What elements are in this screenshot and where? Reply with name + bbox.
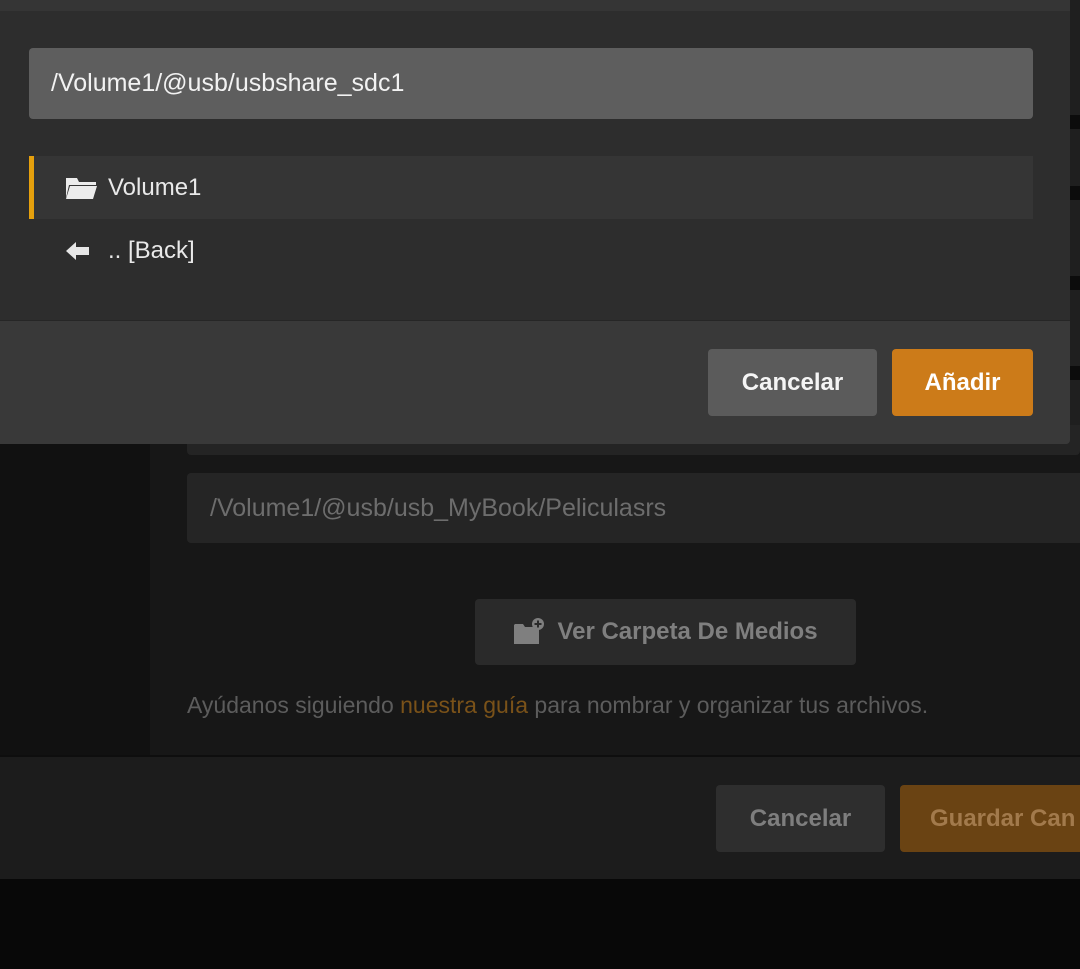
- browse-media-folder-label: Ver Carpeta De Medios: [557, 618, 818, 645]
- current-path-field[interactable]: /Volume1/@usb/usbshare_sdc1: [29, 48, 1033, 119]
- folder-list-item-label: .. [Back]: [108, 236, 195, 264]
- dialog-top-edge: [0, 0, 1070, 11]
- help-text-suffix: para nombrar y organizar tus archivos.: [528, 692, 929, 718]
- cancel-button[interactable]: Cancelar: [708, 349, 877, 416]
- screen: /Volume1/@usb/usb_MyBook/Peliculasrs Ver…: [0, 0, 1080, 969]
- folder-picker-dialog: /Volume1/@usb/usbshare_sdc1 Volume1 .. […: [0, 0, 1070, 444]
- guide-link[interactable]: nuestra guía: [400, 692, 528, 718]
- folder-list-item-volume1[interactable]: Volume1: [29, 156, 1033, 219]
- arrow-left-icon: [65, 235, 105, 267]
- help-text-prefix: Ayúdanos siguiendo: [187, 692, 401, 718]
- help-text: Ayúdanos siguiendo nuestra guía para nom…: [187, 692, 928, 719]
- folder-add-icon: [513, 618, 545, 646]
- save-changes-button[interactable]: Guardar Can: [900, 785, 1080, 852]
- folder-open-icon: [65, 172, 105, 204]
- add-button[interactable]: Añadir: [892, 349, 1033, 416]
- browse-media-folder-button[interactable]: Ver Carpeta De Medios: [475, 599, 856, 665]
- background-cancel-button[interactable]: Cancelar: [716, 785, 885, 852]
- background-right-edge: [1070, 0, 1080, 445]
- folder-list-item-back[interactable]: .. [Back]: [29, 219, 1033, 282]
- background-folder-path-field[interactable]: /Volume1/@usb/usb_MyBook/Peliculasrs: [187, 473, 1080, 543]
- folder-list-item-label: Volume1: [108, 173, 202, 201]
